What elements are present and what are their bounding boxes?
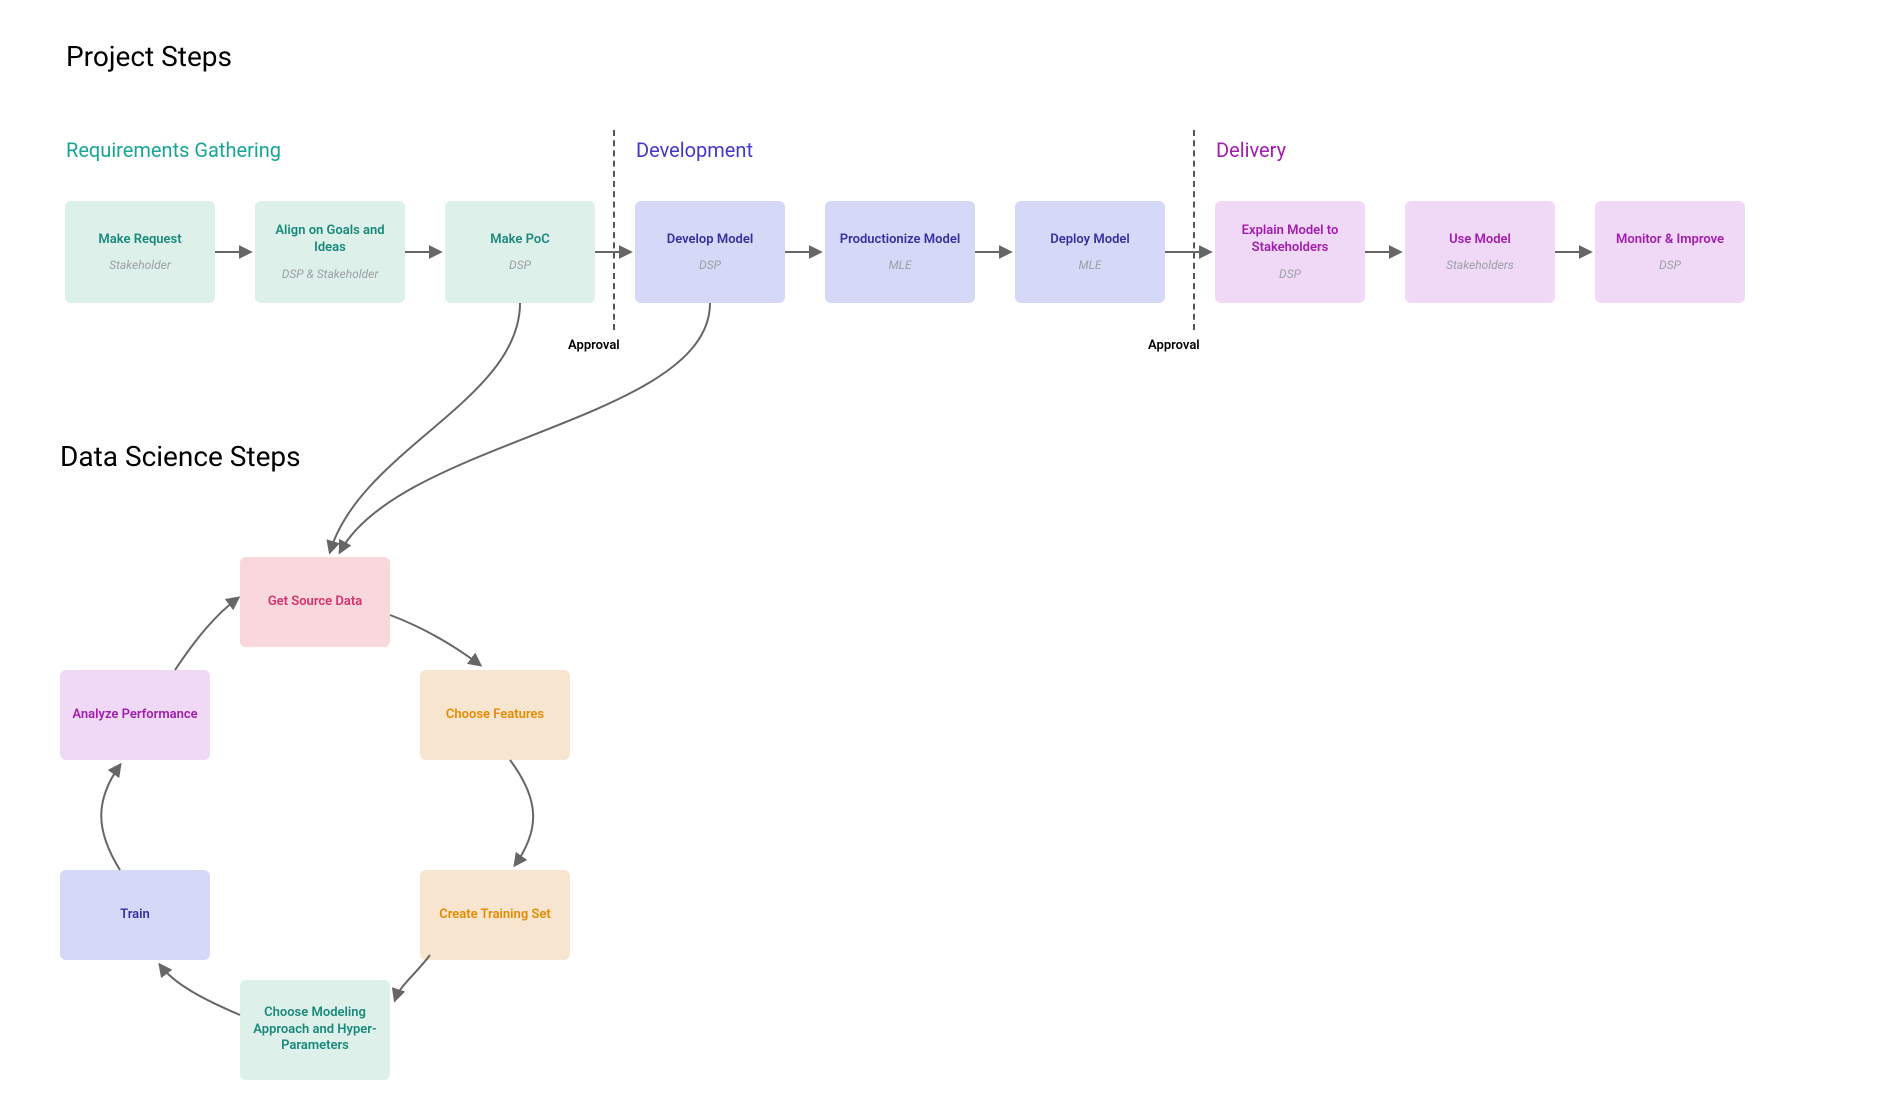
node-analyze-performance: Analyze Performance [60,670,210,760]
node-title: Make PoC [490,232,549,249]
approval-label-1: Approval [568,338,620,353]
node-sub: MLE [1078,258,1101,272]
node-sub: Stakeholder [109,258,171,272]
node-make-poc: Make PoC DSP [445,201,595,303]
heading-project-steps: Project Steps [66,40,232,73]
node-title: Create Training Set [439,907,551,924]
phase-label-delivery: Delivery [1216,138,1286,162]
node-title: Deploy Model [1050,232,1130,249]
node-sub: Stakeholders [1446,258,1514,272]
node-title: Develop Model [667,232,754,249]
node-make-request: Make Request Stakeholder [65,201,215,303]
node-title: Monitor & Improve [1616,232,1724,249]
node-sub: MLE [888,258,911,272]
node-sub: DSP & Stakeholder [282,267,379,281]
node-sub: DSP [509,258,531,272]
node-align-goals: Align on Goals and Ideas DSP & Stakehold… [255,201,405,303]
node-explain: Explain Model to Stakeholders DSP [1215,201,1365,303]
node-productionize: Productionize Model MLE [825,201,975,303]
node-choose-features: Choose Features [420,670,570,760]
node-use-model: Use Model Stakeholders [1405,201,1555,303]
node-develop-model: Develop Model DSP [635,201,785,303]
divider-approval-1 [613,130,615,330]
node-title: Get Source Data [268,594,362,611]
node-get-source-data: Get Source Data [240,557,390,647]
node-monitor: Monitor & Improve DSP [1595,201,1745,303]
node-title: Analyze Performance [72,707,197,724]
node-sub: DSP [1659,258,1681,272]
phase-label-requirements: Requirements Gathering [66,138,281,162]
node-title: Explain Model to Stakeholders [1223,223,1357,257]
node-title: Align on Goals and Ideas [263,223,397,257]
node-title: Choose Features [446,707,544,724]
phase-label-development: Development [636,138,753,162]
diagram-canvas: Project Steps Data Science Steps Require… [0,0,1884,1116]
node-train: Train [60,870,210,960]
node-title: Choose Modeling Approach and Hyper-Param… [248,1005,382,1056]
node-create-training-set: Create Training Set [420,870,570,960]
divider-approval-2 [1193,130,1195,330]
node-title: Use Model [1449,232,1511,249]
heading-data-science-steps: Data Science Steps [60,440,301,473]
node-choose-modeling: Choose Modeling Approach and Hyper-Param… [240,980,390,1080]
node-title: Make Request [98,232,181,249]
node-sub: DSP [699,258,721,272]
node-deploy: Deploy Model MLE [1015,201,1165,303]
approval-label-2: Approval [1148,338,1200,353]
node-sub: DSP [1279,267,1301,281]
node-title: Train [120,907,150,924]
node-title: Productionize Model [840,232,960,249]
